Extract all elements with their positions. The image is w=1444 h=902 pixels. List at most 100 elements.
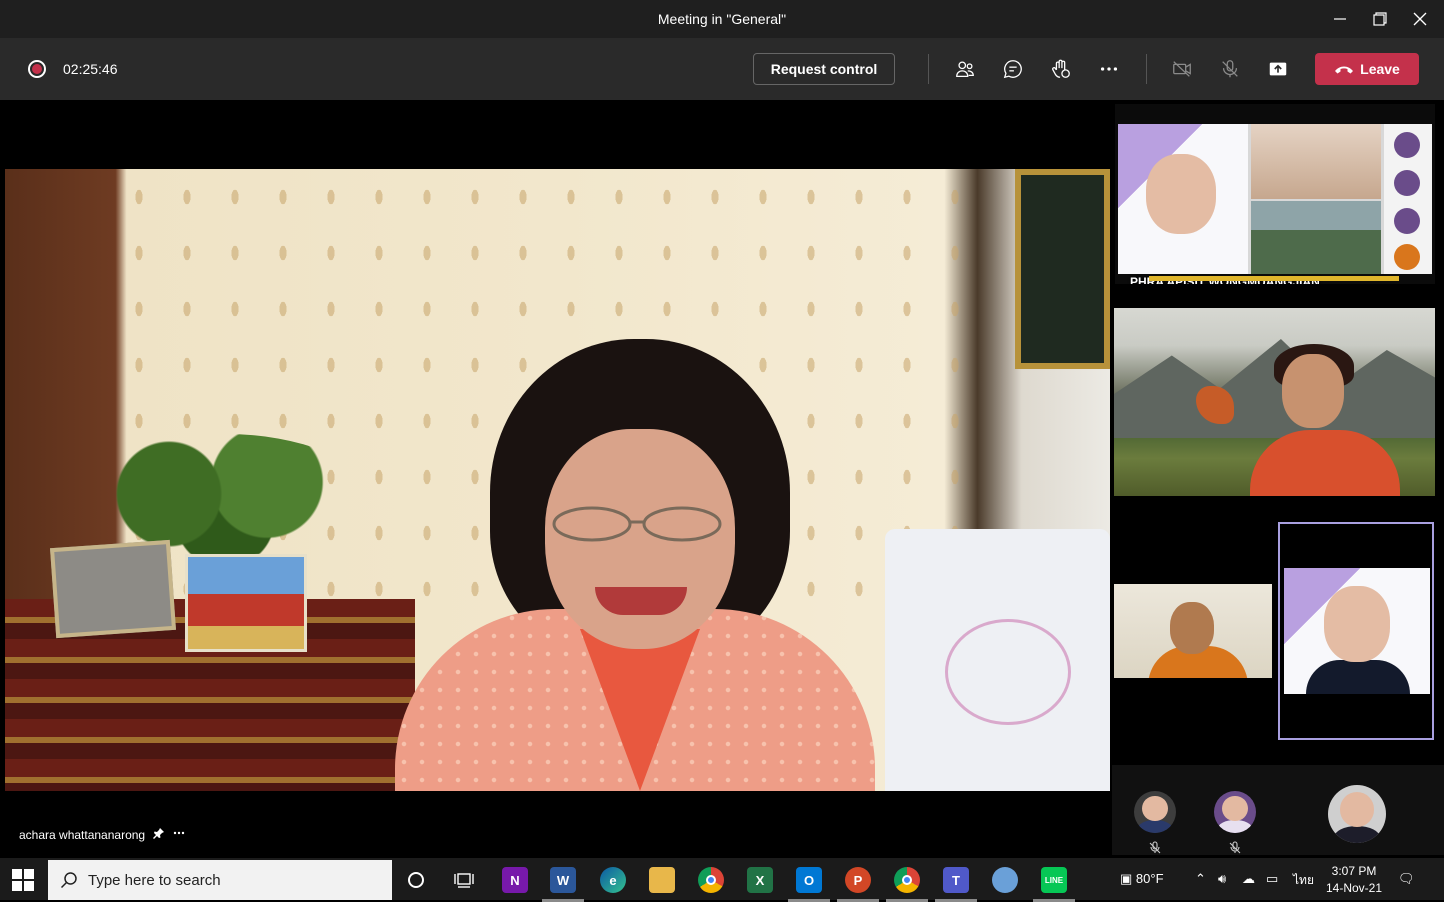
cortana-button[interactable] xyxy=(403,867,429,893)
toolbar-divider xyxy=(928,54,929,84)
notification-icon: 🗨︎ xyxy=(1398,871,1415,886)
powerpoint-icon: P xyxy=(853,872,863,888)
tote-bag xyxy=(885,529,1110,791)
pin-icon[interactable] xyxy=(153,827,165,842)
participant-body xyxy=(1250,430,1400,496)
request-control-button[interactable]: Request control xyxy=(753,53,895,85)
speaker-person xyxy=(395,339,875,791)
participant-tile[interactable] xyxy=(1114,308,1435,496)
avatar xyxy=(1394,244,1420,270)
onenote-app[interactable]: N xyxy=(502,867,528,893)
audio-participants xyxy=(1112,765,1444,855)
paint-app[interactable] xyxy=(992,867,1018,893)
photo-frame xyxy=(185,554,307,652)
leave-button[interactable]: Leave xyxy=(1315,53,1419,85)
camera-off-icon xyxy=(1173,61,1191,77)
restore-icon xyxy=(1373,12,1387,26)
shared-screen-tile[interactable]: PHRA APISIT WONGMUANGJIAN xyxy=(1115,104,1435,284)
mountain-background xyxy=(1114,339,1435,438)
excel-app[interactable]: X xyxy=(747,867,773,893)
more-icon[interactable] xyxy=(173,827,185,842)
taskbar-search[interactable]: Type here to search xyxy=(48,860,392,900)
teams-icon: T xyxy=(952,872,960,888)
notifications-button[interactable]: 🗨︎ xyxy=(1398,871,1415,887)
toolbar-divider xyxy=(1146,54,1147,84)
camera-button[interactable] xyxy=(1170,57,1194,81)
outlook-icon: O xyxy=(803,872,815,888)
onedrive-icon[interactable]: ☁︎ xyxy=(1242,871,1255,887)
onenote-icon: N xyxy=(510,872,520,888)
excel-icon: X xyxy=(755,872,765,888)
avatar[interactable] xyxy=(1328,785,1386,843)
close-icon xyxy=(1413,12,1427,26)
edge-icon: e xyxy=(609,872,617,888)
participant-face xyxy=(1324,586,1390,662)
powerpoint-app[interactable]: P xyxy=(837,867,879,902)
word-app[interactable]: W xyxy=(542,867,584,902)
window-title: Meeting in "General" xyxy=(657,11,787,27)
participants-button[interactable] xyxy=(953,57,977,81)
task-view-button[interactable] xyxy=(451,867,477,893)
input-language[interactable]: ไทย xyxy=(1293,871,1314,890)
share-button[interactable] xyxy=(1266,57,1290,81)
raise-hand-icon xyxy=(1052,59,1070,78)
avatar-body xyxy=(1218,820,1252,833)
reactions-button[interactable] xyxy=(1049,57,1073,81)
weather-temp: 80°F xyxy=(1135,871,1164,886)
line-app[interactable]: LINE xyxy=(1033,867,1075,902)
avatar xyxy=(1394,132,1420,158)
file-explorer-app[interactable] xyxy=(649,867,675,893)
weather-widget[interactable]: ▣ 80°F xyxy=(1120,871,1164,887)
chrome-icon xyxy=(706,875,716,885)
more-actions-button[interactable] xyxy=(1097,57,1121,81)
smile xyxy=(595,587,687,615)
chrome-app[interactable] xyxy=(698,867,724,893)
avatar-face xyxy=(1222,796,1248,822)
chrome-icon xyxy=(902,875,912,885)
more-icon xyxy=(1100,67,1118,71)
share-screen-icon xyxy=(1269,62,1287,76)
edge-app[interactable]: e xyxy=(600,867,626,893)
participant-video xyxy=(1284,568,1430,694)
speaker-name: achara whattananarong xyxy=(19,827,146,842)
main-speaker-video[interactable] xyxy=(5,169,1110,791)
clock-date: 14-Nov-21 xyxy=(1325,881,1383,895)
participant-face xyxy=(1146,154,1216,234)
avatar-face xyxy=(1339,791,1375,827)
participant-tile-highlighted[interactable] xyxy=(1278,522,1434,740)
people-icon xyxy=(956,61,974,77)
participant-face xyxy=(1170,602,1214,654)
system-clock[interactable]: 3:07 PM 14-Nov-21 xyxy=(1320,863,1388,897)
word-icon: W xyxy=(556,872,570,888)
participant-thumbnail xyxy=(1251,124,1381,199)
network-icon[interactable]: ▭ xyxy=(1266,871,1278,887)
minimize-icon xyxy=(1334,18,1346,20)
minimize-button[interactable] xyxy=(1320,0,1360,38)
chrome-profile-app[interactable] xyxy=(886,867,928,902)
participant-body xyxy=(1306,660,1410,694)
restore-button[interactable] xyxy=(1360,0,1400,38)
close-button[interactable] xyxy=(1400,0,1440,38)
show-hidden-icons[interactable]: ⌃ xyxy=(1195,871,1206,887)
mic-off-icon xyxy=(1222,60,1238,78)
participant-face xyxy=(1282,354,1344,428)
glasses-icon xyxy=(552,506,722,542)
avatar[interactable] xyxy=(1134,791,1176,833)
plant xyxy=(85,434,365,554)
participant-thumbnail xyxy=(1251,201,1381,274)
shared-screen-content: PHRA APISIT WONGMUANGJIAN xyxy=(1118,124,1432,284)
participant-tile[interactable] xyxy=(1114,584,1272,678)
chat-button[interactable] xyxy=(1001,57,1025,81)
microphone-button[interactable] xyxy=(1218,57,1242,81)
meeting-timer: 02:25:46 xyxy=(63,61,118,77)
volume-icon[interactable]: 🔊︎ xyxy=(1218,871,1226,887)
avatar-body xyxy=(1138,820,1172,833)
mic-off-icon xyxy=(1148,841,1162,855)
outlook-app[interactable]: O xyxy=(788,867,830,902)
avatar[interactable] xyxy=(1214,791,1256,833)
slide-thumbnail xyxy=(1118,124,1248,274)
avatar xyxy=(1394,170,1420,196)
teams-app[interactable]: T xyxy=(935,867,977,902)
main-stage: achara whattananarong xyxy=(5,104,1110,854)
start-button[interactable] xyxy=(12,869,34,891)
